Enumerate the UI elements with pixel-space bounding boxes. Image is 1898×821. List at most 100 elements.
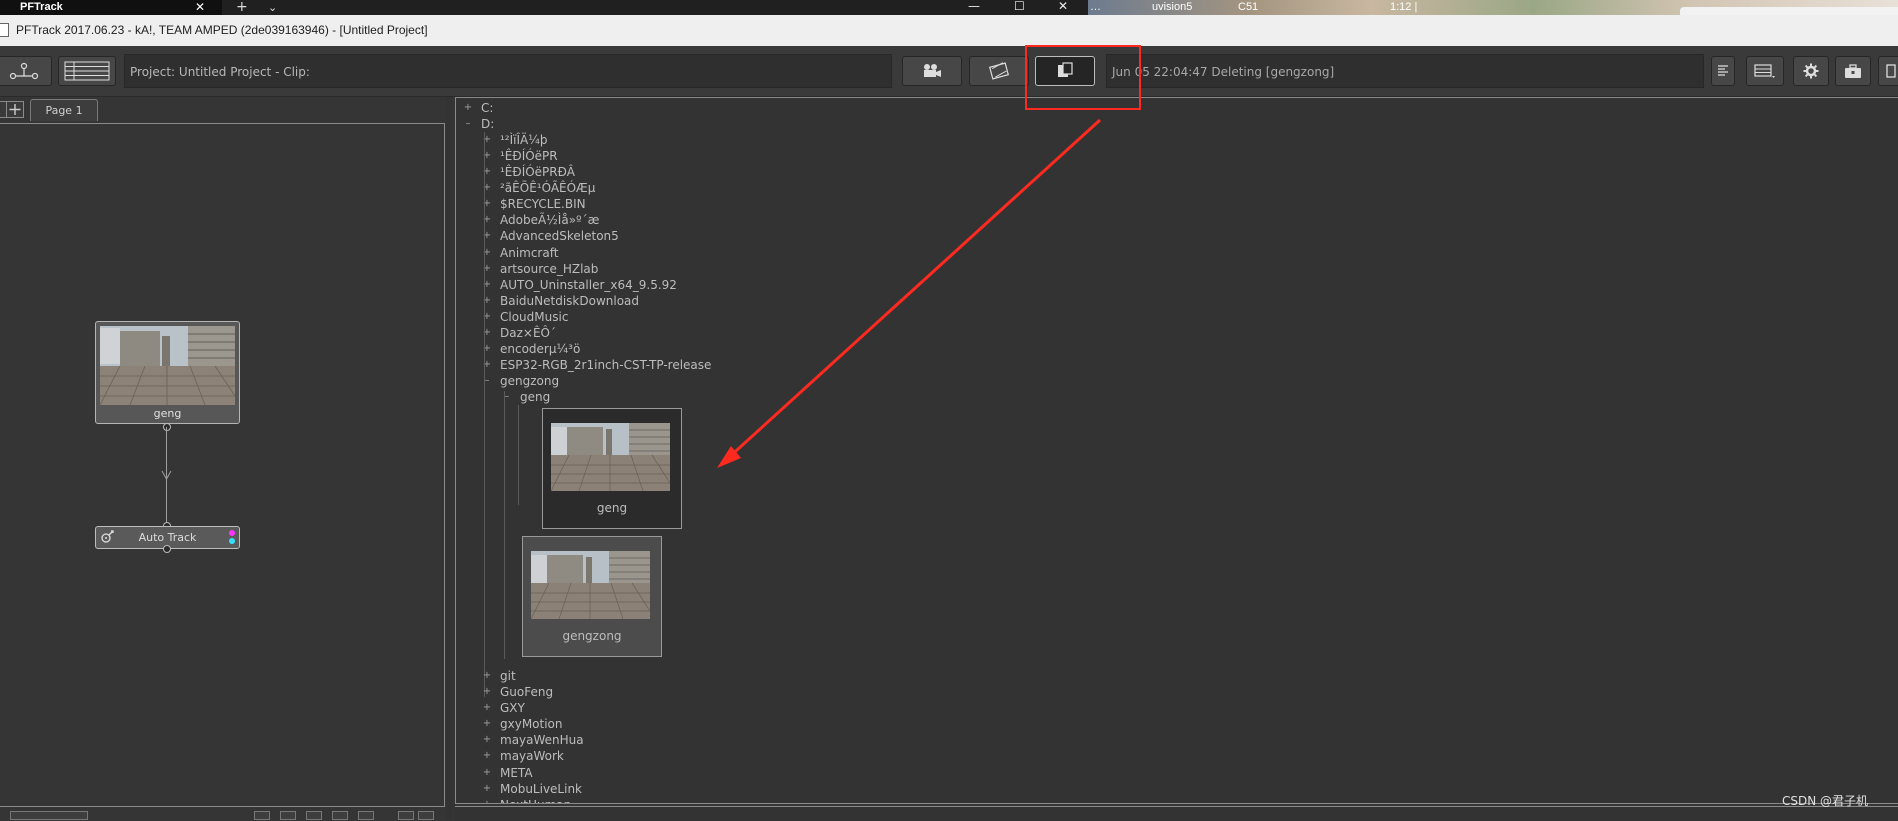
- project-clip-field: Project: Untitled Project - Clip:: [124, 54, 892, 88]
- clip-node-geng[interactable]: geng: [95, 321, 240, 424]
- tree-folder-item[interactable]: gengzong: [500, 373, 559, 389]
- bottom-tool-button[interactable]: [398, 811, 414, 820]
- tree-expand-icon[interactable]: +: [482, 700, 492, 716]
- clip-image: [531, 551, 650, 620]
- clip-button[interactable]: [969, 56, 1029, 86]
- bottom-tab[interactable]: [10, 811, 88, 820]
- clip-thumbnail-1[interactable]: gengzong: [522, 536, 662, 658]
- clip-thumbnail-0[interactable]: geng: [542, 408, 682, 530]
- bottom-tool-button[interactable]: [332, 811, 348, 820]
- tree-expand-icon[interactable]: +: [482, 797, 492, 803]
- cyan-port-dot: [229, 538, 235, 544]
- maximize-icon[interactable]: ☐: [1014, 0, 1025, 12]
- table-view-button[interactable]: [1746, 56, 1784, 86]
- tree-folder-item[interactable]: Daz×ÊÔ´: [500, 325, 556, 341]
- connection-arrow-icon: [161, 470, 172, 480]
- panel-icon: [1886, 64, 1896, 78]
- window-title-bar: PFTrack 2017.06.23 - kA!, TEAM AMPED (2d…: [0, 15, 1898, 47]
- align-left-icon: [1718, 65, 1728, 76]
- tree-expand-icon[interactable]: +: [482, 684, 492, 700]
- tree-folder-item[interactable]: geng: [520, 389, 550, 405]
- close-window-icon[interactable]: ✕: [1058, 0, 1068, 12]
- tree-folder-item[interactable]: GXY: [500, 700, 525, 716]
- tree-folder-item[interactable]: MobuLiveLink: [500, 781, 582, 797]
- desktop-label: C51: [1238, 1, 1259, 13]
- tree-folder-item[interactable]: ¹ÊÐÍÓëPR: [500, 148, 558, 164]
- node-tree-button[interactable]: [0, 56, 52, 86]
- node-tree-panel[interactable]: geng Auto Track: [0, 123, 445, 807]
- panel-splitter[interactable]: [446, 97, 452, 820]
- tree-folder-item[interactable]: ²ãÊÕÊ¹ÓÃÊÓÆµ: [500, 180, 595, 196]
- watermark: CSDN @君子机: [1782, 794, 1869, 808]
- toolbox-button[interactable]: [1835, 56, 1871, 86]
- list-rows-icon: [64, 61, 110, 81]
- tree-folder-item[interactable]: GuoFeng: [500, 684, 553, 700]
- tree-expand-icon[interactable]: +: [463, 100, 473, 116]
- gear-icon: [1803, 63, 1819, 79]
- page-tab-bar: Page 1: [0, 97, 448, 122]
- bottom-tool-button[interactable]: [280, 811, 296, 820]
- tree-expand-icon[interactable]: +: [482, 716, 492, 732]
- tree-drive-item[interactable]: D:: [481, 116, 494, 132]
- tree-folder-item[interactable]: META: [500, 765, 533, 781]
- tree-folder-item[interactable]: mayaWork: [500, 748, 564, 764]
- clip-thumbnail: [100, 326, 235, 405]
- desktop-background: … uvision5 C51 1:12 |: [1088, 0, 1898, 17]
- tree-folder-item[interactable]: NextHuman: [500, 797, 571, 803]
- minimize-icon[interactable]: —: [968, 0, 980, 12]
- toolbox-icon: [1845, 64, 1861, 78]
- right-bottom-bar: [455, 806, 1898, 821]
- tree-folder-item[interactable]: $RECYCLE.BIN: [500, 196, 586, 212]
- tree-folder-item[interactable]: mayaWenHua: [500, 732, 584, 748]
- tree-folder-item[interactable]: git: [500, 668, 516, 684]
- tree-expand-icon[interactable]: +: [482, 781, 492, 797]
- tree-expand-icon[interactable]: –: [463, 116, 473, 132]
- tree-folder-item[interactable]: encoderµ¼³ö: [500, 341, 580, 357]
- tree-folder-item[interactable]: ¹²ÌïÎÄ¼þ: [500, 132, 548, 148]
- tree-folder-item[interactable]: artsource_HZlab: [500, 261, 598, 277]
- tree-folder-item[interactable]: ¹ÊÐÍÓëPRÐÂ: [500, 164, 575, 180]
- os-tab-close-icon[interactable]: ✕: [195, 0, 205, 15]
- text-view-button[interactable]: [1711, 56, 1735, 86]
- tree-folder-item[interactable]: BaiduNetdiskDownload: [500, 293, 639, 309]
- desktop-label: …: [1090, 1, 1101, 13]
- new-tab-icon[interactable]: +: [236, 0, 248, 14]
- file-browser-panel[interactable]: + C: – D: + ¹²ÌïÎÄ¼þ + ¹ÊÐÍÓëPR + ¹ÊÐÍÓëPRÐÂ + ²ãÊÕ…: [455, 97, 1898, 804]
- tree-drive-item[interactable]: C:: [481, 100, 493, 116]
- clip-node-label: geng: [153, 407, 182, 420]
- tree-folder-item[interactable]: gxyMotion: [500, 716, 563, 732]
- bottom-tool-button[interactable]: [306, 811, 322, 820]
- status-log-field: Jun 05 22:04:47 Deleting [gengzong]: [1106, 54, 1704, 88]
- track-output-port[interactable]: [163, 545, 171, 553]
- panel-toggle-button[interactable]: [1878, 56, 1898, 86]
- tree-expand-icon[interactable]: +: [482, 765, 492, 781]
- tree-guide-line: [504, 391, 505, 660]
- list-view-button[interactable]: [58, 56, 116, 86]
- bottom-tool-button[interactable]: [254, 811, 270, 820]
- tree-expand-icon[interactable]: +: [482, 748, 492, 764]
- add-page-button[interactable]: [6, 101, 24, 118]
- bottom-tool-button[interactable]: [358, 811, 374, 820]
- tree-folder-item[interactable]: AdobeÃ½Ìå»º´æ: [500, 212, 599, 228]
- tree-folder-item[interactable]: AUTO_Uninstaller_x64_9.5.92: [500, 277, 677, 293]
- settings-button[interactable]: [1793, 56, 1829, 86]
- tree-expand-icon[interactable]: +: [482, 668, 492, 684]
- clip-image: [551, 423, 670, 492]
- tree-folder-item[interactable]: AdvancedSkeleton5: [500, 228, 619, 244]
- output-port[interactable]: [163, 423, 171, 431]
- tree-folder-item[interactable]: CloudMusic: [500, 309, 568, 325]
- tree-folder-item[interactable]: ESP32-RGB_2r1inch-CST-TP-release: [500, 357, 711, 373]
- bottom-tool-button[interactable]: [418, 811, 434, 820]
- project-clip-text: Project: Untitled Project - Clip:: [130, 65, 310, 79]
- desktop-label: uvision5: [1152, 1, 1193, 13]
- tab-page-1[interactable]: Page 1: [30, 99, 98, 121]
- tab-menu-chevron-icon[interactable]: ⌄: [268, 0, 277, 15]
- tree-guide-line: [518, 405, 519, 506]
- tree-folder-item[interactable]: Animcraft: [500, 245, 558, 261]
- os-tab-pftrack[interactable]: PFTrack ✕: [0, 0, 222, 15]
- camera-button[interactable]: [902, 56, 962, 86]
- tree-guide-line: [484, 132, 485, 698]
- highlight-annotation-box: [1025, 45, 1141, 110]
- app-icon: [0, 23, 9, 37]
- tree-expand-icon[interactable]: +: [482, 732, 492, 748]
